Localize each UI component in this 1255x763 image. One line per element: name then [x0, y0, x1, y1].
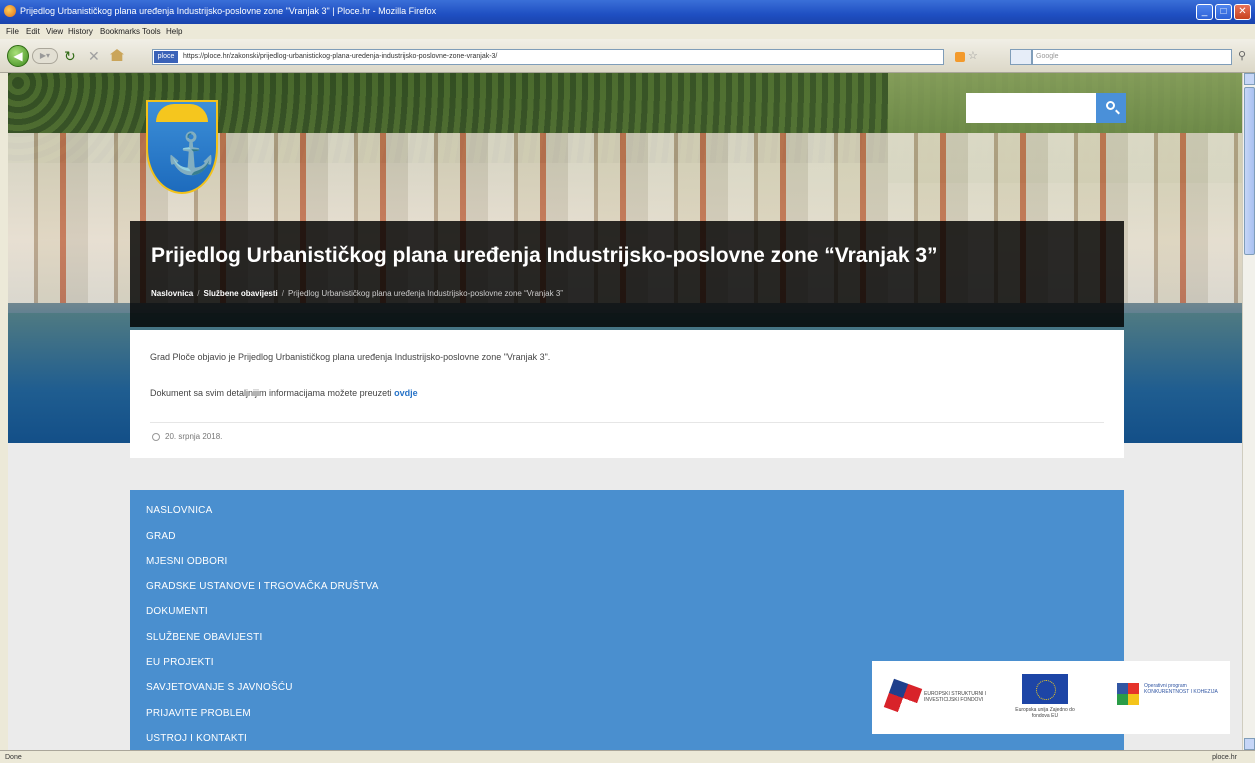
maximize-button[interactable]: □: [1215, 4, 1232, 20]
search-icon[interactable]: ⚲: [1238, 49, 1246, 62]
url-text[interactable]: https://ploce.hr/zakonski/prijedlog-urba…: [183, 53, 497, 60]
clock-icon: [152, 433, 160, 441]
back-arrow-icon[interactable]: ◀: [7, 45, 29, 67]
menu-item-savjetovanje[interactable]: SAVJETOVANJE S JAVNOŠĆU: [146, 682, 293, 693]
divider: [150, 422, 1104, 423]
menu-file[interactable]: File: [6, 27, 19, 36]
site-search-button[interactable]: [1096, 93, 1126, 123]
eu-flag-icon[interactable]: [1022, 674, 1068, 704]
article-paragraph: Grad Ploče objavio je Prijedlog Urbanist…: [150, 352, 551, 362]
page-title: Prijedlog Urbanističkog plana uređenja I…: [151, 244, 938, 267]
menu-item-ustroj-kontakti[interactable]: USTROJ I KONTAKTI: [146, 733, 247, 744]
breadcrumb-current: Prijedlog Urbanističkog plana uređenja I…: [287, 289, 563, 298]
anchor-icon: ⚓: [166, 132, 216, 176]
menu-item-gradske-ustanove[interactable]: GRADSKE USTANOVE I TRGOVAČKA DRUŠTVA: [146, 581, 379, 592]
sun-icon: [156, 104, 208, 122]
site-identity-badge[interactable]: ploce: [154, 51, 178, 63]
esi-funds-text: EUROPSKI STRUKTURNI I INVESTICIJSKI FOND…: [924, 691, 987, 703]
eu-text: Europska unija Zajedno do fondova EU: [1015, 707, 1075, 719]
stop-icon[interactable]: ✕: [88, 48, 100, 65]
address-bar[interactable]: ploce https://ploce.hr/zakonski/prijedlo…: [152, 49, 944, 65]
title-band: Prijedlog Urbanističkog plana uređenja I…: [130, 221, 1124, 327]
menu-item-prijavite-problem[interactable]: PRIJAVITE PROBLEM: [146, 708, 251, 719]
menu-item-naslovnica[interactable]: NASLOVNICA: [146, 505, 212, 516]
search-icon: [1106, 101, 1115, 110]
breadcrumb: Naslovnica / Službene obavijesti / Prijedlog…: [151, 289, 563, 298]
article-card: Grad Ploče objavio je Prijedlog Urbanist…: [130, 330, 1124, 458]
menu-help[interactable]: Help: [166, 27, 182, 36]
home-icon[interactable]: [110, 49, 124, 61]
scroll-down-arrow-icon[interactable]: [1244, 738, 1255, 750]
operational-programme-logo[interactable]: [1117, 683, 1139, 705]
window-title: Prijedlog Urbanističkog plana uređenja I…: [20, 6, 437, 16]
site-search-input[interactable]: [966, 93, 1096, 123]
navigation-toolbar: ◀ ▶▾ ↻ ✕ ploce https://ploce.hr/zakonski…: [0, 39, 1255, 73]
status-bar: Done ploce.hr: [0, 750, 1255, 763]
browser-window: Prijedlog Urbanističkog plana uređenja I…: [0, 0, 1255, 763]
browser-search-input[interactable]: Google: [1032, 49, 1232, 65]
title-bar: Prijedlog Urbanističkog plana uređenja I…: [0, 0, 1255, 24]
download-link[interactable]: ovdje: [394, 388, 418, 398]
status-domain: ploce.hr: [1212, 754, 1237, 761]
download-text: Dokument sa svim detaljnijim informacija…: [150, 388, 392, 398]
status-text: Done: [5, 754, 22, 761]
menu-item-dokumenti[interactable]: DOKUMENTI: [146, 606, 208, 617]
menu-item-eu-projekti[interactable]: EU PROJEKTI: [146, 657, 214, 668]
partner-logos: EUROPSKI STRUKTURNI I INVESTICIJSKI FOND…: [872, 661, 1230, 734]
menu-item-mjesni-odbori[interactable]: MJESNI ODBORI: [146, 556, 228, 567]
menu-history[interactable]: History: [68, 27, 93, 36]
scrollbar-thumb[interactable]: [1244, 87, 1255, 255]
forward-arrow-icon[interactable]: ▶▾: [32, 48, 58, 64]
esi-funds-logo[interactable]: [883, 678, 923, 718]
menu-bookmarks[interactable]: Bookmarks: [100, 27, 140, 36]
breadcrumb-section[interactable]: Službene obavijesti: [203, 289, 277, 298]
article-paragraph-download: Dokument sa svim detaljnijim informacija…: [150, 388, 418, 398]
rss-icon[interactable]: [955, 52, 965, 62]
close-button[interactable]: ✕: [1234, 4, 1251, 20]
firefox-icon: [4, 5, 16, 17]
page-viewport: ⚓ Prijedlog Urbanističkog plana uređenja…: [8, 73, 1242, 750]
operational-programme-text: Operativni program KONKURENTNOST I KOHEZ…: [1144, 683, 1218, 695]
menu-edit[interactable]: Edit: [26, 27, 40, 36]
menu-view[interactable]: View: [46, 27, 63, 36]
bookmark-star-icon[interactable]: ☆: [968, 49, 978, 62]
scroll-up-arrow-icon[interactable]: [1244, 73, 1255, 85]
menu-item-sluzbene-obavijesti[interactable]: SLUŽBENE OBAVIJESTI: [146, 632, 262, 643]
minimize-button[interactable]: _: [1196, 4, 1213, 20]
publish-date: 20. srpnja 2018.: [165, 432, 223, 441]
menu-bar: File Edit View History Bookmarks Tools H…: [0, 24, 1255, 39]
reload-icon[interactable]: ↻: [64, 48, 76, 65]
breadcrumb-home[interactable]: Naslovnica: [151, 289, 193, 298]
menu-tools[interactable]: Tools: [142, 27, 161, 36]
search-engine-icon[interactable]: [1010, 49, 1032, 65]
menu-item-grad[interactable]: GRAD: [146, 531, 176, 542]
vertical-scrollbar[interactable]: [1242, 73, 1255, 750]
city-crest-logo[interactable]: ⚓: [146, 100, 218, 194]
